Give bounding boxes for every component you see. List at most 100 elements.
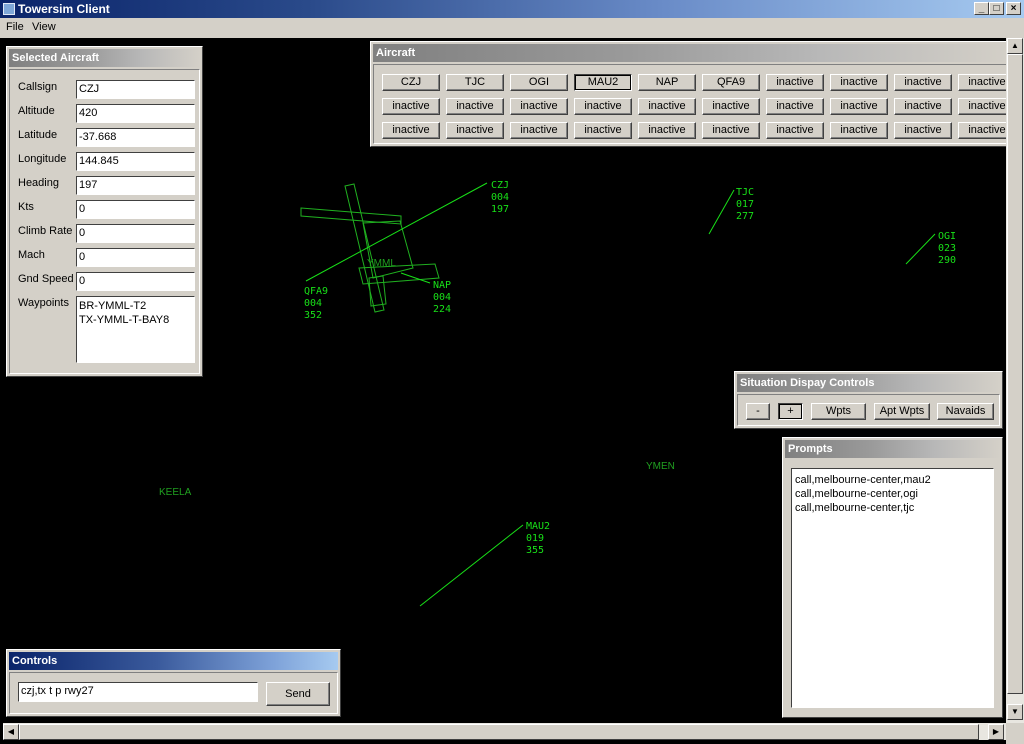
- altitude-tjc: 017: [736, 199, 754, 210]
- waypoints-toggle-button[interactable]: Wpts: [811, 403, 866, 420]
- datablock-mau2[interactable]: MAU2 019 355: [526, 521, 550, 556]
- aircraft-panel: Aircraft CZJ TJC OGI MAU2 NAP QFA9 inact…: [370, 41, 1016, 147]
- datablock-czj[interactable]: CZJ 004 197: [491, 180, 509, 215]
- controls-title: Controls: [9, 652, 338, 670]
- callsign-label: Callsign: [18, 81, 58, 93]
- controls-panel: Controls czj,tx t p rwy27 Send: [6, 649, 341, 717]
- prompts-list[interactable]: call,melbourne-center,mau2 call,melbourn…: [791, 468, 994, 708]
- fix-ymen: YMEN: [646, 461, 675, 472]
- aircraft-button-inactive[interactable]: inactive: [702, 122, 760, 139]
- mach-field[interactable]: 0: [76, 248, 195, 267]
- aircraft-button-inactive[interactable]: inactive: [766, 74, 824, 91]
- aircraft-panel-body: CZJ TJC OGI MAU2 NAP QFA9 inactive inact…: [373, 64, 1016, 144]
- aircraft-button-inactive[interactable]: inactive: [638, 98, 696, 115]
- command-input[interactable]: czj,tx t p rwy27: [18, 682, 258, 702]
- app-icon: [3, 3, 15, 15]
- scroll-right-arrow-icon[interactable]: ▶: [988, 724, 1004, 740]
- situation-controls-title: Situation Dispay Controls: [737, 374, 1000, 392]
- heading-tjc: 277: [736, 211, 754, 222]
- menu-bar: File View: [0, 18, 1024, 38]
- prompt-line[interactable]: call,melbourne-center,tjc: [795, 501, 990, 515]
- climb-rate-field[interactable]: 0: [76, 224, 195, 243]
- horizontal-scroll-thumb[interactable]: [19, 724, 979, 740]
- scroll-left-arrow-icon[interactable]: ◀: [3, 724, 19, 740]
- zoom-out-button[interactable]: -: [746, 403, 770, 420]
- window-titlebar: Towersim Client _ □ ×: [0, 0, 1024, 18]
- prompt-line[interactable]: call,melbourne-center,ogi: [795, 487, 990, 501]
- latitude-field[interactable]: -37.668: [76, 128, 195, 147]
- callsign-czj: CZJ: [491, 180, 509, 191]
- airport-label: YMML: [367, 258, 396, 269]
- prompt-line[interactable]: call,melbourne-center,mau2: [795, 473, 990, 487]
- aircraft-button-inactive[interactable]: inactive: [510, 122, 568, 139]
- aircraft-button-inactive[interactable]: inactive: [510, 98, 568, 115]
- aircraft-button-inactive[interactable]: inactive: [894, 122, 952, 139]
- datablock-qfa9[interactable]: QFA9 004 352: [304, 286, 328, 321]
- track-line-ogi: [905, 233, 936, 265]
- menu-file[interactable]: File: [6, 21, 24, 33]
- aircraft-button-inactive[interactable]: inactive: [574, 122, 632, 139]
- altitude-label: Altitude: [18, 105, 55, 117]
- datablock-ogi[interactable]: OGI 023 290: [938, 231, 956, 266]
- horizontal-scrollbar[interactable]: ◀ ▶: [3, 723, 1006, 740]
- mach-label: Mach: [18, 249, 45, 261]
- aircraft-button-inactive[interactable]: inactive: [446, 122, 504, 139]
- selected-aircraft-body: Callsign CZJ Altitude 420 Latitude -37.6…: [9, 69, 200, 374]
- aircraft-button-inactive[interactable]: inactive: [574, 98, 632, 115]
- aircraft-button-inactive[interactable]: inactive: [766, 122, 824, 139]
- latitude-label: Latitude: [18, 129, 58, 141]
- waypoint-item[interactable]: TX-YMML-T-BAY8: [79, 313, 192, 327]
- kts-field[interactable]: 0: [76, 200, 195, 219]
- scroll-down-arrow-icon[interactable]: ▼: [1007, 704, 1023, 720]
- close-button[interactable]: ×: [1006, 2, 1021, 15]
- menu-view[interactable]: View: [32, 21, 56, 33]
- longitude-field[interactable]: 144.845: [76, 152, 195, 171]
- vertical-scroll-thumb[interactable]: [1007, 54, 1023, 694]
- aircraft-button-inactive[interactable]: inactive: [830, 122, 888, 139]
- aircraft-button-tjc[interactable]: TJC: [446, 74, 504, 91]
- aircraft-button-inactive[interactable]: inactive: [446, 98, 504, 115]
- zoom-in-button[interactable]: +: [778, 403, 803, 420]
- aircraft-button-qfa9[interactable]: QFA9: [702, 74, 760, 91]
- aircraft-button-mau2[interactable]: MAU2: [574, 74, 632, 91]
- aircraft-button-inactive[interactable]: inactive: [382, 122, 440, 139]
- altitude-qfa9: 004: [304, 298, 322, 309]
- callsign-mau2: MAU2: [526, 521, 550, 532]
- vertical-scrollbar[interactable]: ▲ ▼: [1006, 38, 1024, 723]
- callsign-field[interactable]: CZJ: [76, 80, 195, 99]
- gnd-speed-field[interactable]: 0: [76, 272, 195, 291]
- window-title: Towersim Client: [18, 2, 110, 16]
- send-button[interactable]: Send: [266, 682, 330, 706]
- datablock-nap[interactable]: NAP 004 224: [433, 280, 451, 315]
- altitude-ogi: 023: [938, 243, 956, 254]
- waypoints-list[interactable]: BR-YMML-T2 TX-YMML-T-BAY8: [76, 296, 195, 363]
- prompts-panel: Prompts call,melbourne-center,mau2 call,…: [782, 437, 1003, 718]
- datablock-tjc[interactable]: TJC 017 277: [736, 187, 754, 222]
- prompts-title: Prompts: [785, 440, 1000, 458]
- heading-czj: 197: [491, 204, 509, 215]
- aircraft-button-inactive[interactable]: inactive: [830, 98, 888, 115]
- minimize-button[interactable]: _: [974, 2, 989, 15]
- airport-waypoints-button[interactable]: Apt Wpts: [874, 403, 930, 420]
- scroll-up-arrow-icon[interactable]: ▲: [1007, 38, 1023, 54]
- waypoints-label: Waypoints: [18, 297, 69, 309]
- callsign-qfa9: QFA9: [304, 286, 328, 297]
- controls-body: czj,tx t p rwy27 Send: [9, 672, 338, 714]
- aircraft-button-inactive[interactable]: inactive: [830, 74, 888, 91]
- maximize-button[interactable]: □: [989, 2, 1004, 15]
- heading-field[interactable]: 197: [76, 176, 195, 195]
- aircraft-button-inactive[interactable]: inactive: [702, 98, 760, 115]
- aircraft-button-ogi[interactable]: OGI: [510, 74, 568, 91]
- aircraft-button-inactive[interactable]: inactive: [382, 98, 440, 115]
- kts-label: Kts: [18, 201, 34, 213]
- aircraft-button-czj[interactable]: CZJ: [382, 74, 440, 91]
- aircraft-button-inactive[interactable]: inactive: [894, 98, 952, 115]
- aircraft-button-inactive[interactable]: inactive: [766, 98, 824, 115]
- waypoint-item[interactable]: BR-YMML-T2: [79, 299, 192, 313]
- altitude-field[interactable]: 420: [76, 104, 195, 123]
- aircraft-button-inactive[interactable]: inactive: [894, 74, 952, 91]
- track-line-mau2: [419, 524, 524, 607]
- aircraft-button-inactive[interactable]: inactive: [638, 122, 696, 139]
- aircraft-button-nap[interactable]: NAP: [638, 74, 696, 91]
- navaids-button[interactable]: Navaids: [937, 403, 994, 420]
